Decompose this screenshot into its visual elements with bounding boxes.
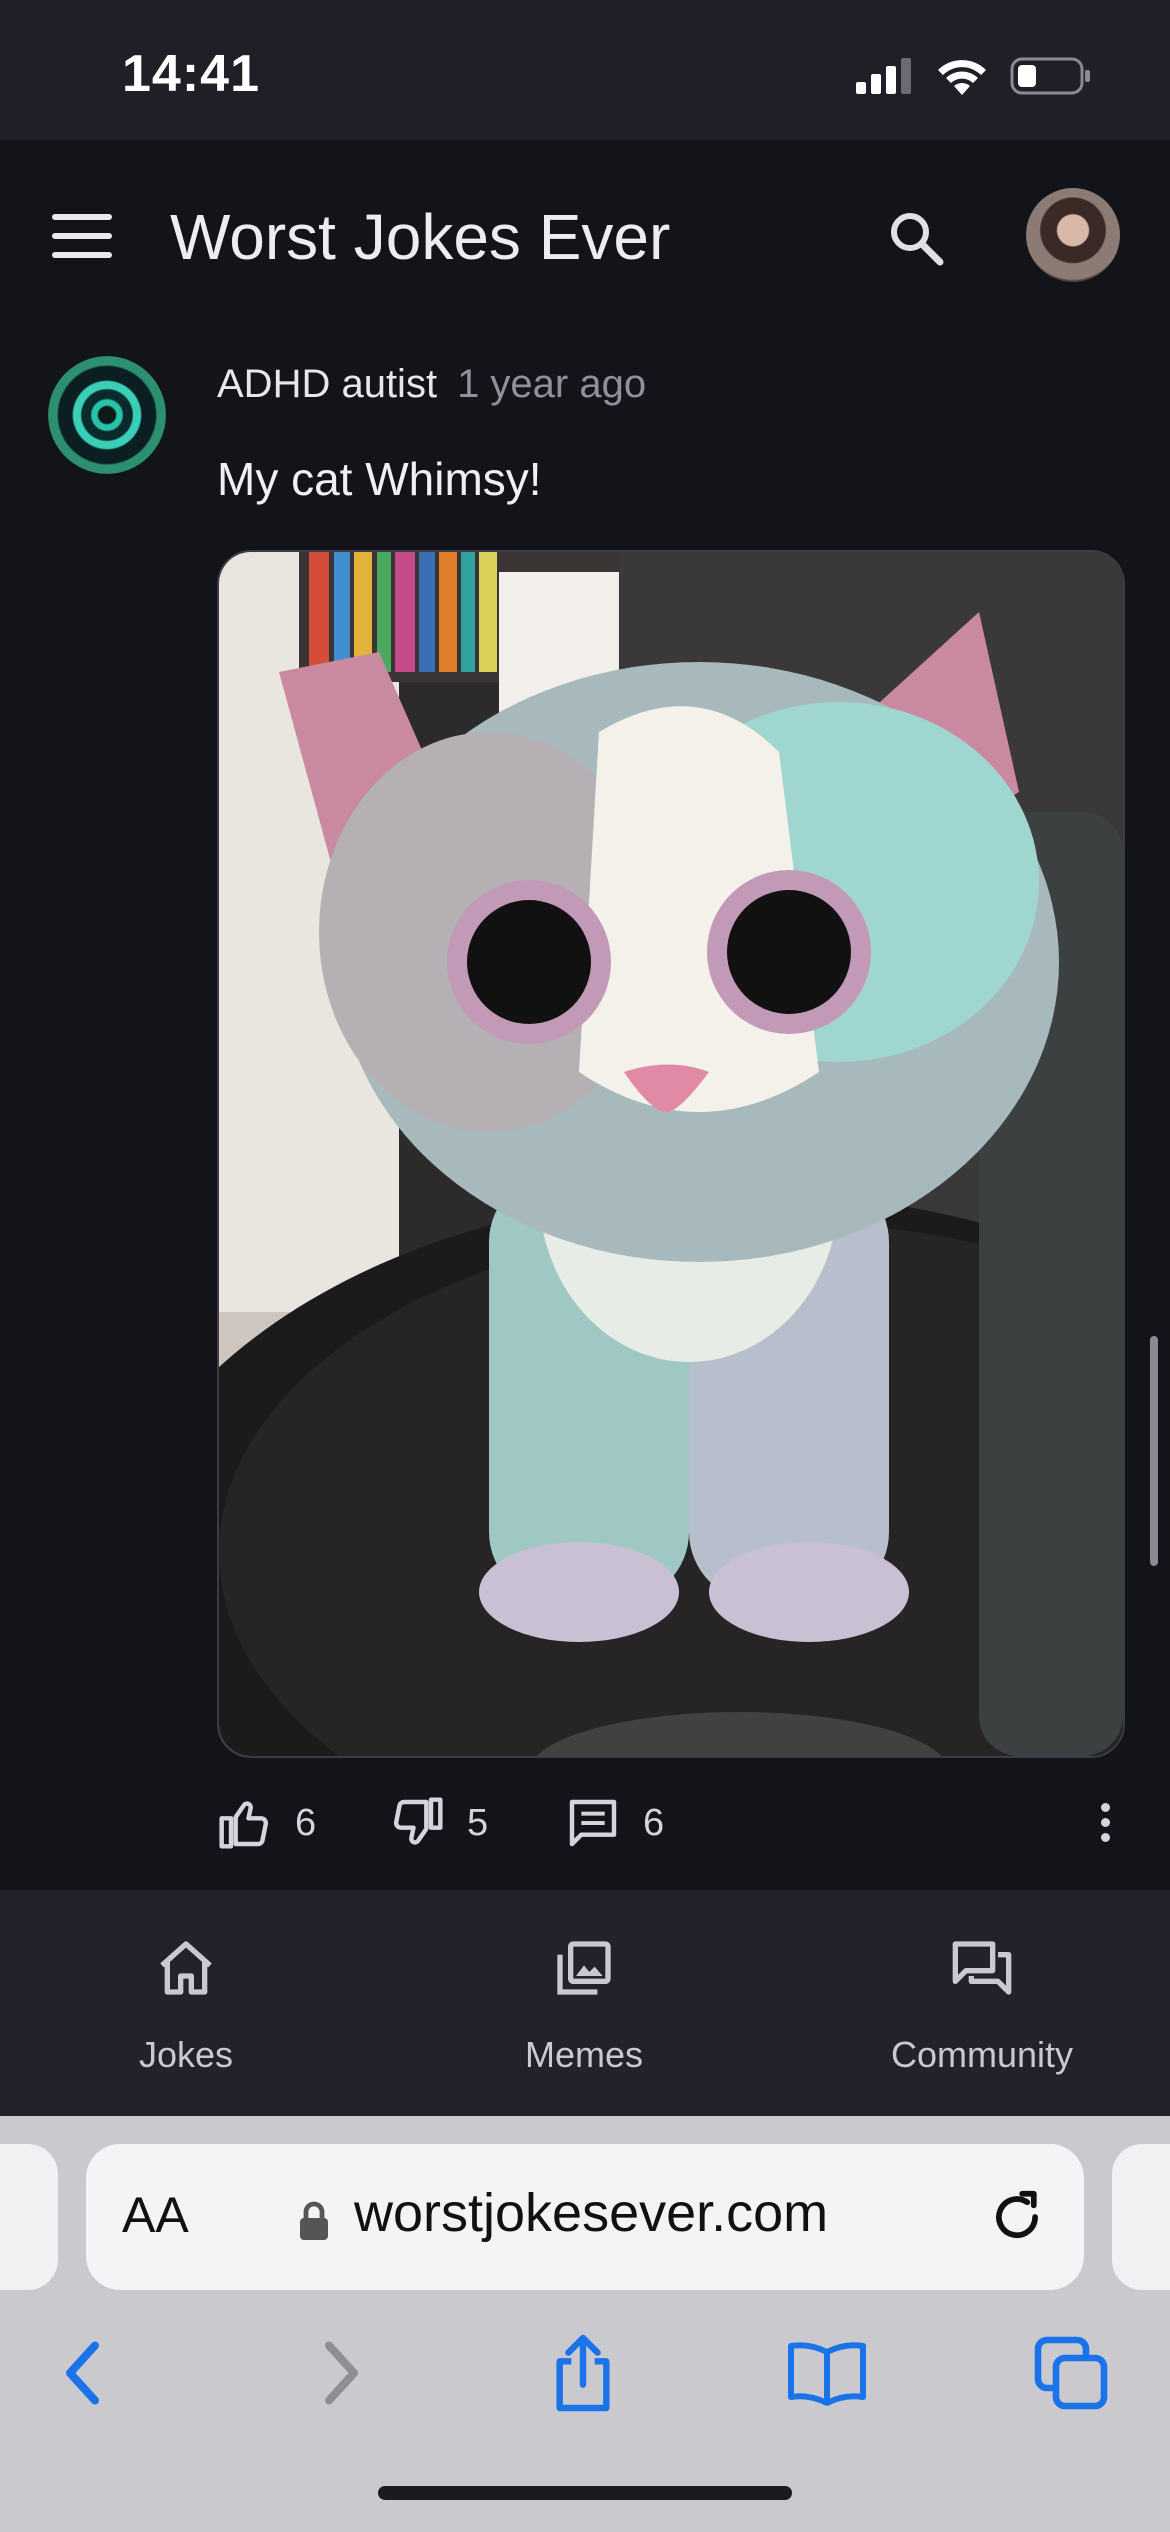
reload-icon[interactable] bbox=[986, 2186, 1048, 2248]
bottom-nav: Jokes Memes Community bbox=[0, 1890, 1170, 2116]
scrollbar[interactable] bbox=[1150, 1336, 1158, 1566]
cellular-signal-icon bbox=[856, 58, 911, 94]
comment-icon bbox=[569, 1799, 617, 1847]
tabs-icon bbox=[1034, 2336, 1108, 2410]
like-count: 6 bbox=[295, 1801, 317, 1844]
nav-item-community[interactable]: Community bbox=[832, 1928, 1132, 2076]
app-header: Worst Jokes Ever bbox=[0, 140, 1170, 330]
nav-item-memes[interactable]: Memes bbox=[434, 1928, 734, 2076]
plush-cat-photo bbox=[219, 552, 1123, 1756]
share-button[interactable] bbox=[538, 2328, 628, 2418]
status-time: 14:41 bbox=[122, 45, 260, 103]
chat-icon bbox=[952, 1941, 1012, 1995]
post-image[interactable] bbox=[217, 550, 1125, 1758]
lock-icon bbox=[300, 2201, 328, 2240]
like-button[interactable]: 6 bbox=[217, 1795, 316, 1851]
menu-icon[interactable] bbox=[52, 214, 112, 258]
next-tab[interactable] bbox=[1112, 2144, 1170, 2290]
post-actions: 6 5 6 bbox=[217, 1795, 1121, 1855]
dislike-count: 5 bbox=[467, 1801, 489, 1844]
post-author[interactable]: ADHD autist bbox=[217, 362, 437, 406]
app-title: Worst Jokes Ever bbox=[170, 201, 671, 273]
comment-button[interactable]: 6 bbox=[565, 1795, 664, 1851]
search-icon[interactable] bbox=[884, 206, 948, 270]
nav-label-jokes: Jokes bbox=[138, 2034, 234, 2075]
dislike-button[interactable]: 5 bbox=[389, 1795, 488, 1851]
tabs-button[interactable] bbox=[1026, 2328, 1116, 2418]
thumbs-up-icon bbox=[219, 1801, 269, 1849]
bookmarks-button[interactable] bbox=[782, 2328, 872, 2418]
nav-label-memes: Memes bbox=[524, 2034, 644, 2075]
user-avatar[interactable] bbox=[1026, 188, 1120, 282]
gallery-icon bbox=[557, 1941, 611, 1995]
status-icons bbox=[856, 56, 1092, 96]
wifi-icon bbox=[938, 60, 986, 95]
forward-button[interactable] bbox=[294, 2328, 384, 2418]
nav-label-community: Community bbox=[890, 2034, 1074, 2075]
previous-tab[interactable] bbox=[0, 2144, 58, 2290]
chevron-left-icon bbox=[66, 2341, 99, 2405]
nav-item-jokes[interactable]: Jokes bbox=[36, 1928, 336, 2076]
status-bar: 14:41 bbox=[0, 0, 1170, 140]
text-size-button[interactable]: AA bbox=[122, 2186, 189, 2244]
book-icon bbox=[788, 2342, 866, 2406]
address-bar[interactable]: AA worstjokesever.com bbox=[86, 2144, 1084, 2290]
battery-icon bbox=[1010, 57, 1090, 95]
back-button[interactable] bbox=[40, 2328, 130, 2418]
chevron-right-icon bbox=[325, 2341, 358, 2405]
share-icon bbox=[556, 2334, 610, 2412]
post-author-avatar[interactable] bbox=[48, 356, 166, 474]
home-indicator[interactable] bbox=[378, 2486, 792, 2500]
thumbs-down-icon bbox=[393, 1797, 443, 1845]
comment-count: 6 bbox=[643, 1801, 665, 1844]
browser-chrome: AA worstjokesever.com bbox=[0, 2116, 1170, 2532]
post-time: 1 year ago bbox=[457, 362, 647, 406]
post-meta: ADHD autist 1 year ago bbox=[217, 362, 646, 407]
post-text: My cat Whimsy! bbox=[217, 453, 542, 505]
url-text[interactable]: worstjokesever.com bbox=[354, 2182, 828, 2244]
more-options-icon[interactable] bbox=[1101, 1803, 1113, 1848]
home-icon bbox=[160, 1941, 212, 1995]
browser-toolbar bbox=[0, 2316, 1170, 2436]
